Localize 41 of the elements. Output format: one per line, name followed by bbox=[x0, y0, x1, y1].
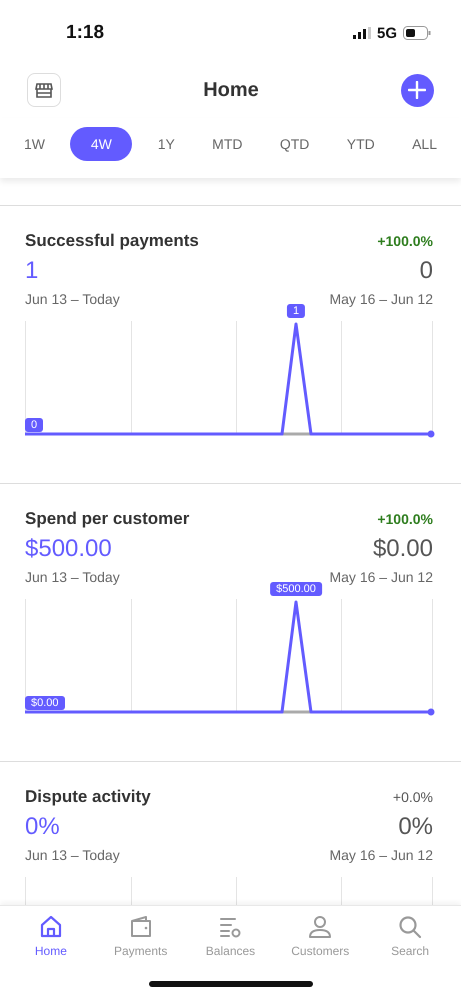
metric-title: Spend per customer bbox=[25, 509, 190, 529]
period-tab[interactable]: ALL bbox=[400, 127, 449, 161]
person-icon bbox=[307, 914, 334, 940]
change-percentage: +100.0% bbox=[377, 233, 433, 249]
period-tab[interactable]: MTD bbox=[200, 127, 254, 161]
current-value: 1 bbox=[25, 257, 38, 285]
add-button[interactable] bbox=[400, 74, 434, 106]
tab-bar-item[interactable]: Home bbox=[10, 914, 91, 958]
period-tab[interactable]: 1Y bbox=[146, 127, 187, 161]
store-button[interactable] bbox=[27, 73, 61, 107]
status-time: 1:18 bbox=[66, 22, 104, 44]
date-range: Jun 13 – Today bbox=[25, 569, 120, 585]
period-tab[interactable]: YTD bbox=[334, 127, 387, 161]
metric-title: Successful payments bbox=[25, 231, 199, 251]
battery-icon bbox=[403, 26, 431, 40]
data-label: 0 bbox=[25, 418, 44, 432]
date-range: May 16 – Jun 12 bbox=[329, 291, 433, 307]
change-percentage: +0.0% bbox=[392, 789, 433, 805]
previous-value: $0.00 bbox=[372, 535, 433, 563]
date-range: May 16 – Jun 12 bbox=[329, 847, 433, 863]
previous-value: 0% bbox=[398, 813, 433, 841]
search-icon bbox=[397, 914, 424, 940]
metric-title: Dispute activity bbox=[25, 787, 151, 807]
change-percentage: +100.0% bbox=[377, 511, 433, 527]
date-range: Jun 13 – Today bbox=[25, 847, 120, 863]
period-tab[interactable]: 4W bbox=[70, 127, 132, 161]
data-label: $500.00 bbox=[270, 582, 322, 596]
storefront-icon bbox=[34, 80, 54, 100]
previous-value: 0 bbox=[420, 257, 433, 285]
data-label: 1 bbox=[286, 304, 306, 318]
date-range: Jun 13 – Today bbox=[25, 291, 120, 307]
period-tab[interactable]: QTD bbox=[268, 127, 322, 161]
current-value: $500.00 bbox=[25, 535, 112, 563]
page-title: Home bbox=[203, 78, 259, 102]
network-label: 5G bbox=[376, 24, 397, 42]
plus-icon bbox=[408, 81, 426, 99]
signal-icon bbox=[352, 27, 371, 39]
data-label: $0.00 bbox=[25, 696, 65, 710]
period-tab[interactable]: 1W bbox=[12, 127, 57, 161]
current-value: 0% bbox=[25, 813, 60, 841]
date-range: May 16 – Jun 12 bbox=[329, 569, 433, 585]
